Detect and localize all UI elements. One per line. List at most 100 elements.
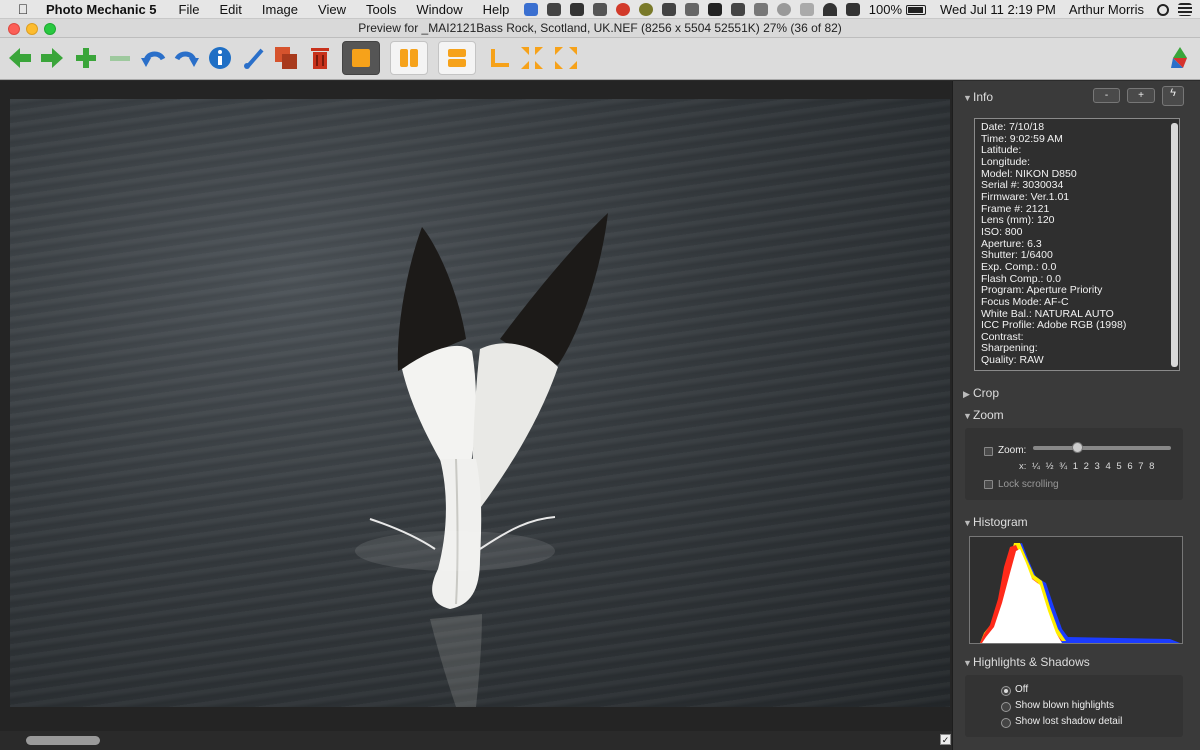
crop-corner-button[interactable] [484,42,516,74]
split-horizontal-button[interactable] [438,41,476,75]
menu-app-name[interactable]: Photo Mechanic 5 [46,0,157,19]
add-button[interactable] [70,42,102,74]
status-green-icon[interactable] [638,3,653,16]
zoom-tick-labels: x: ¼ ½ ¾ 1 2 3 4 5 6 7 8 [1019,461,1155,472]
battery-icon[interactable] [906,4,927,15]
zoom-section-header[interactable]: ▼Zoom [963,408,1004,422]
next-button[interactable] [36,42,68,74]
delete-button[interactable] [304,42,336,74]
menu-help[interactable]: Help [483,0,510,19]
zoom-fit-button[interactable] [516,42,548,74]
disclosure-open-icon: ▼ [963,658,972,668]
status-shield2-icon[interactable] [730,3,745,16]
fit-out-icon [555,47,577,69]
inspector-panel: ▼Info - + ϟ Date: 7/10/18 Time: 9:02:59 … [952,81,1200,750]
status-list-icon[interactable] [753,3,768,16]
status-shield-icon[interactable] [592,3,607,16]
plus-icon [76,48,96,68]
menu-edit[interactable]: Edit [219,0,241,19]
previous-button[interactable] [4,42,36,74]
radio-off-label: Off [1015,684,1029,695]
search-icon[interactable] [1157,3,1169,16]
arrow-right-icon [41,48,63,68]
app-logo[interactable] [1164,42,1196,74]
menubar:  Photo Mechanic 5 File Edit Image View … [0,0,1200,19]
rotate-left-button[interactable] [138,42,170,74]
menu-file[interactable]: File [179,0,200,19]
status-app-icon[interactable] [523,3,538,16]
lock-scrolling-checkbox[interactable] [984,480,993,489]
radio-show-lost-shadow-label: Show lost shadow detail [1015,716,1123,727]
status-c-icon[interactable] [707,3,722,16]
radio-show-blown-highlights[interactable] [1001,702,1011,712]
copy-button[interactable] [270,42,302,74]
zoom-slider-thumb[interactable] [1072,442,1083,453]
info-quality: Quality: RAW [981,354,1044,367]
info-increase-button[interactable]: + [1127,88,1155,103]
edit-button[interactable] [238,42,270,74]
radio-off[interactable] [1001,686,1011,696]
status-m-icon[interactable] [661,3,676,16]
window-titlebar: Preview for _MAI2121Bass Rock, Scotland,… [0,19,1200,38]
menu-view[interactable]: View [318,0,346,19]
single-view-button[interactable] [342,41,380,75]
remove-button[interactable] [104,42,136,74]
info-header-label: Info [973,90,994,104]
histogram-section-header[interactable]: ▼Histogram [963,515,1028,529]
histogram-header-label: Histogram [973,515,1028,529]
info-section-header[interactable]: ▼Info [963,90,993,104]
dropbox-icon[interactable] [569,3,584,16]
bluetooth-icon[interactable] [799,3,814,16]
status-mask-icon[interactable] [546,3,561,16]
zoom-fill-button[interactable] [550,42,582,74]
logo-icon [1171,47,1187,68]
radio-show-lost-shadow[interactable] [1001,718,1011,728]
rotate-right-button[interactable] [170,42,202,74]
battery-percent: 100% [868,2,903,17]
info-icon [209,47,231,69]
zoom-slider-track[interactable] [1033,446,1171,450]
info-textbox[interactable]: Date: 7/10/18 Time: 9:02:59 AM Latitude:… [974,118,1180,371]
disclosure-closed-icon: ▶ [963,389,970,399]
gannet-figure [355,213,608,707]
preview-photo[interactable] [10,99,950,707]
radio-show-blown-highlights-label: Show blown highlights [1015,700,1114,711]
menu-window[interactable]: Window [416,0,462,19]
scrollbar-thumb[interactable] [26,736,100,745]
minus-icon [110,56,130,61]
apple-icon[interactable]:  [16,0,30,19]
arrow-left-icon [9,48,31,68]
horizontal-scrollbar[interactable] [0,731,952,750]
brush-icon [244,48,264,69]
wifi-icon[interactable] [822,3,837,16]
info-decrease-button[interactable]: - [1093,88,1120,103]
clock[interactable]: Wed Jul 11 2:19 PM [940,2,1056,17]
zoom-checkbox[interactable] [984,447,993,456]
crop-section-header[interactable]: ▶ Crop [963,386,999,400]
fit-in-icon [521,47,543,69]
split-vertical-icon [400,49,418,67]
window-title: Preview for _MAI2121Bass Rock, Scotland,… [358,21,842,35]
info-firmware: Firmware: Ver.1.01 [981,190,1070,203]
highlights-section-header[interactable]: ▼Highlights & Shadows [963,655,1090,669]
user-name[interactable]: Arthur Morris [1069,2,1144,17]
split-vertical-button[interactable] [390,41,428,75]
copy-icon [275,47,297,69]
info-longitude: Longitude: [981,155,1031,168]
info-action-button[interactable]: ϟ [1162,86,1184,106]
info-scrollbar[interactable] [1171,123,1178,367]
menu-image[interactable]: Image [262,0,298,19]
status-red-icon[interactable] [615,3,630,16]
volume-icon[interactable] [845,3,860,16]
lightning-icon: ϟ [1170,87,1176,99]
corner-checkbox[interactable]: ✓ [940,734,951,745]
time-machine-icon[interactable] [776,3,791,16]
menu-tools[interactable]: Tools [366,0,396,19]
disclosure-open-icon: ▼ [963,518,972,528]
crop-header-label: Crop [973,386,1000,400]
info-button[interactable] [204,42,236,74]
zoom-label: Zoom: [998,445,1027,456]
notification-center-icon[interactable] [1178,3,1192,16]
status-cat-icon[interactable] [684,3,699,16]
info-focus-mode: Focus Mode: AF-C [981,295,1069,308]
